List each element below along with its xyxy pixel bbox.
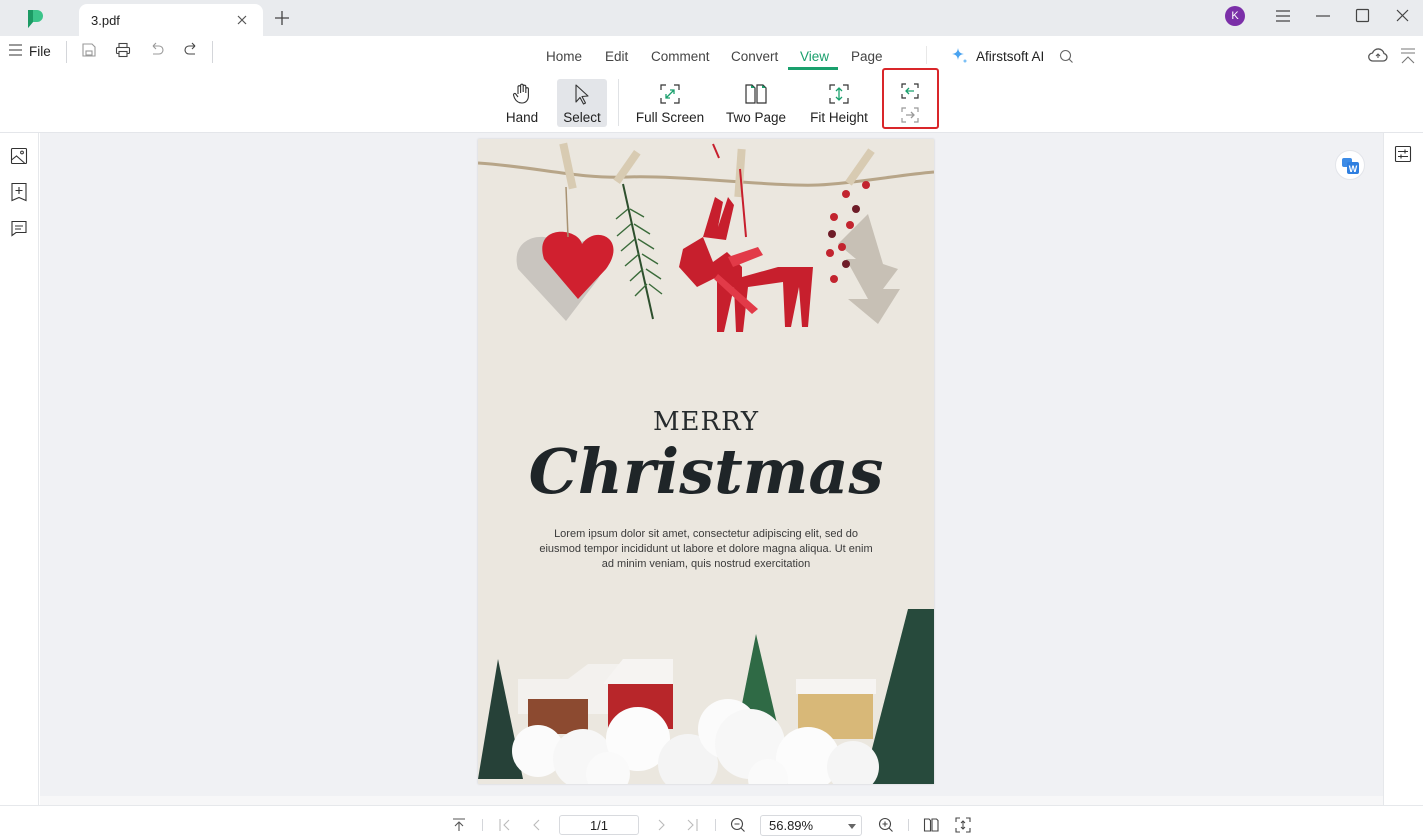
two-page-label: Two Page [725, 110, 787, 125]
select-tool-button[interactable]: Select [557, 79, 607, 127]
christmas-heading: Christmas [528, 435, 884, 508]
body-line: eiusmod tempor incididunt ut labore et d… [539, 543, 873, 555]
horizontal-scrollbar[interactable] [40, 796, 1383, 805]
new-tab-icon[interactable] [274, 10, 290, 26]
maximize-icon[interactable] [1355, 8, 1370, 23]
properties-panel-icon[interactable] [1394, 145, 1412, 163]
zoom-in-icon[interactable] [878, 817, 894, 833]
full-screen-label: Full Screen [635, 110, 705, 125]
cursor-arrow-icon [573, 83, 591, 105]
tab-convert[interactable]: Convert [731, 49, 778, 64]
right-sidebar [1383, 133, 1423, 805]
first-page-icon[interactable] [498, 818, 512, 832]
fit-height-label: Fit Height [810, 110, 868, 125]
fit-height-button[interactable]: Fit Height [806, 79, 872, 127]
collapse-ribbon-icon[interactable] [1400, 47, 1416, 65]
file-menu-button[interactable]: File [29, 44, 51, 59]
zoom-level-value: 56.89% [769, 818, 814, 833]
ai-sparkle-icon [950, 47, 968, 65]
ai-assistant-button[interactable]: Afirstsoft AI [976, 49, 1044, 64]
svg-text:W: W [1349, 164, 1358, 174]
tab-title: 3.pdf [91, 13, 120, 28]
comment-icon[interactable] [10, 220, 28, 237]
translate-button[interactable]: W [1335, 150, 1365, 180]
body-text: Lorem ipsum dolor sit amet, consectetur … [478, 527, 934, 572]
hand-tool-button[interactable]: Hand [497, 79, 547, 127]
zoom-out-icon[interactable] [730, 817, 746, 833]
left-sidebar [0, 133, 39, 805]
merry-heading: MERRY [652, 407, 760, 437]
redo-icon[interactable] [183, 42, 199, 58]
full-screen-icon [659, 83, 681, 105]
title-bar: 3.pdf K [0, 0, 1423, 36]
fit-height-icon [828, 83, 850, 105]
fit-page-icon[interactable] [955, 817, 971, 833]
actual-size-button[interactable] [900, 106, 920, 124]
pdf-page[interactable]: MERRY Christmas Lorem ipsum dolor sit am… [478, 139, 934, 784]
tab-comment[interactable]: Comment [651, 49, 710, 64]
body-line: ad minim veniam, quis nostrud exercitati… [601, 558, 811, 570]
body-line: Lorem ipsum dolor sit amet, consectetur … [554, 528, 858, 540]
tab-home[interactable]: Home [546, 49, 582, 64]
last-page-icon[interactable] [685, 818, 699, 832]
minimize-icon[interactable] [1315, 9, 1331, 23]
two-page-button[interactable]: Two Page [722, 79, 790, 127]
undo-icon[interactable] [149, 42, 165, 58]
actual-size-icon [901, 107, 919, 123]
select-label: Select [563, 110, 601, 125]
app-logo-icon [26, 9, 46, 29]
full-screen-button[interactable]: Full Screen [634, 79, 706, 127]
thumbnail-image-icon[interactable] [10, 147, 28, 165]
translate-icon: W [1342, 158, 1359, 174]
ribbon: File Home Edit Comment Convert View Page… [0, 36, 1423, 133]
two-page-view-icon[interactable] [923, 817, 939, 833]
zoom-level-select[interactable]: 56.89% [760, 815, 862, 836]
document-tab[interactable]: 3.pdf [79, 4, 263, 36]
bookmark-add-icon[interactable] [10, 182, 28, 202]
fit-width-button[interactable] [900, 82, 920, 100]
save-icon[interactable] [81, 42, 97, 58]
hamburger-icon[interactable] [9, 44, 22, 56]
hand-label: Hand [505, 110, 539, 125]
dropdown-caret-icon [848, 824, 856, 829]
tab-edit[interactable]: Edit [605, 49, 628, 64]
menu-icon[interactable] [1275, 9, 1291, 23]
cloud-upload-icon[interactable] [1368, 47, 1388, 63]
two-page-icon [744, 83, 768, 105]
close-window-icon[interactable] [1395, 8, 1410, 23]
prev-page-icon[interactable] [530, 818, 544, 832]
scroll-to-top-icon[interactable] [452, 818, 466, 832]
hand-icon [512, 83, 532, 105]
page-number-input[interactable]: 1/1 [559, 815, 639, 835]
tab-view[interactable]: View [800, 49, 829, 64]
avatar[interactable]: K [1225, 6, 1245, 26]
print-icon[interactable] [115, 42, 131, 58]
close-tab-icon[interactable] [235, 13, 249, 27]
next-page-icon[interactable] [654, 818, 668, 832]
active-tab-underline [788, 67, 838, 70]
search-icon[interactable] [1059, 49, 1074, 64]
status-bar: 1/1 56.89% [0, 805, 1423, 840]
tab-page[interactable]: Page [851, 49, 883, 64]
fit-width-icon [901, 83, 919, 99]
